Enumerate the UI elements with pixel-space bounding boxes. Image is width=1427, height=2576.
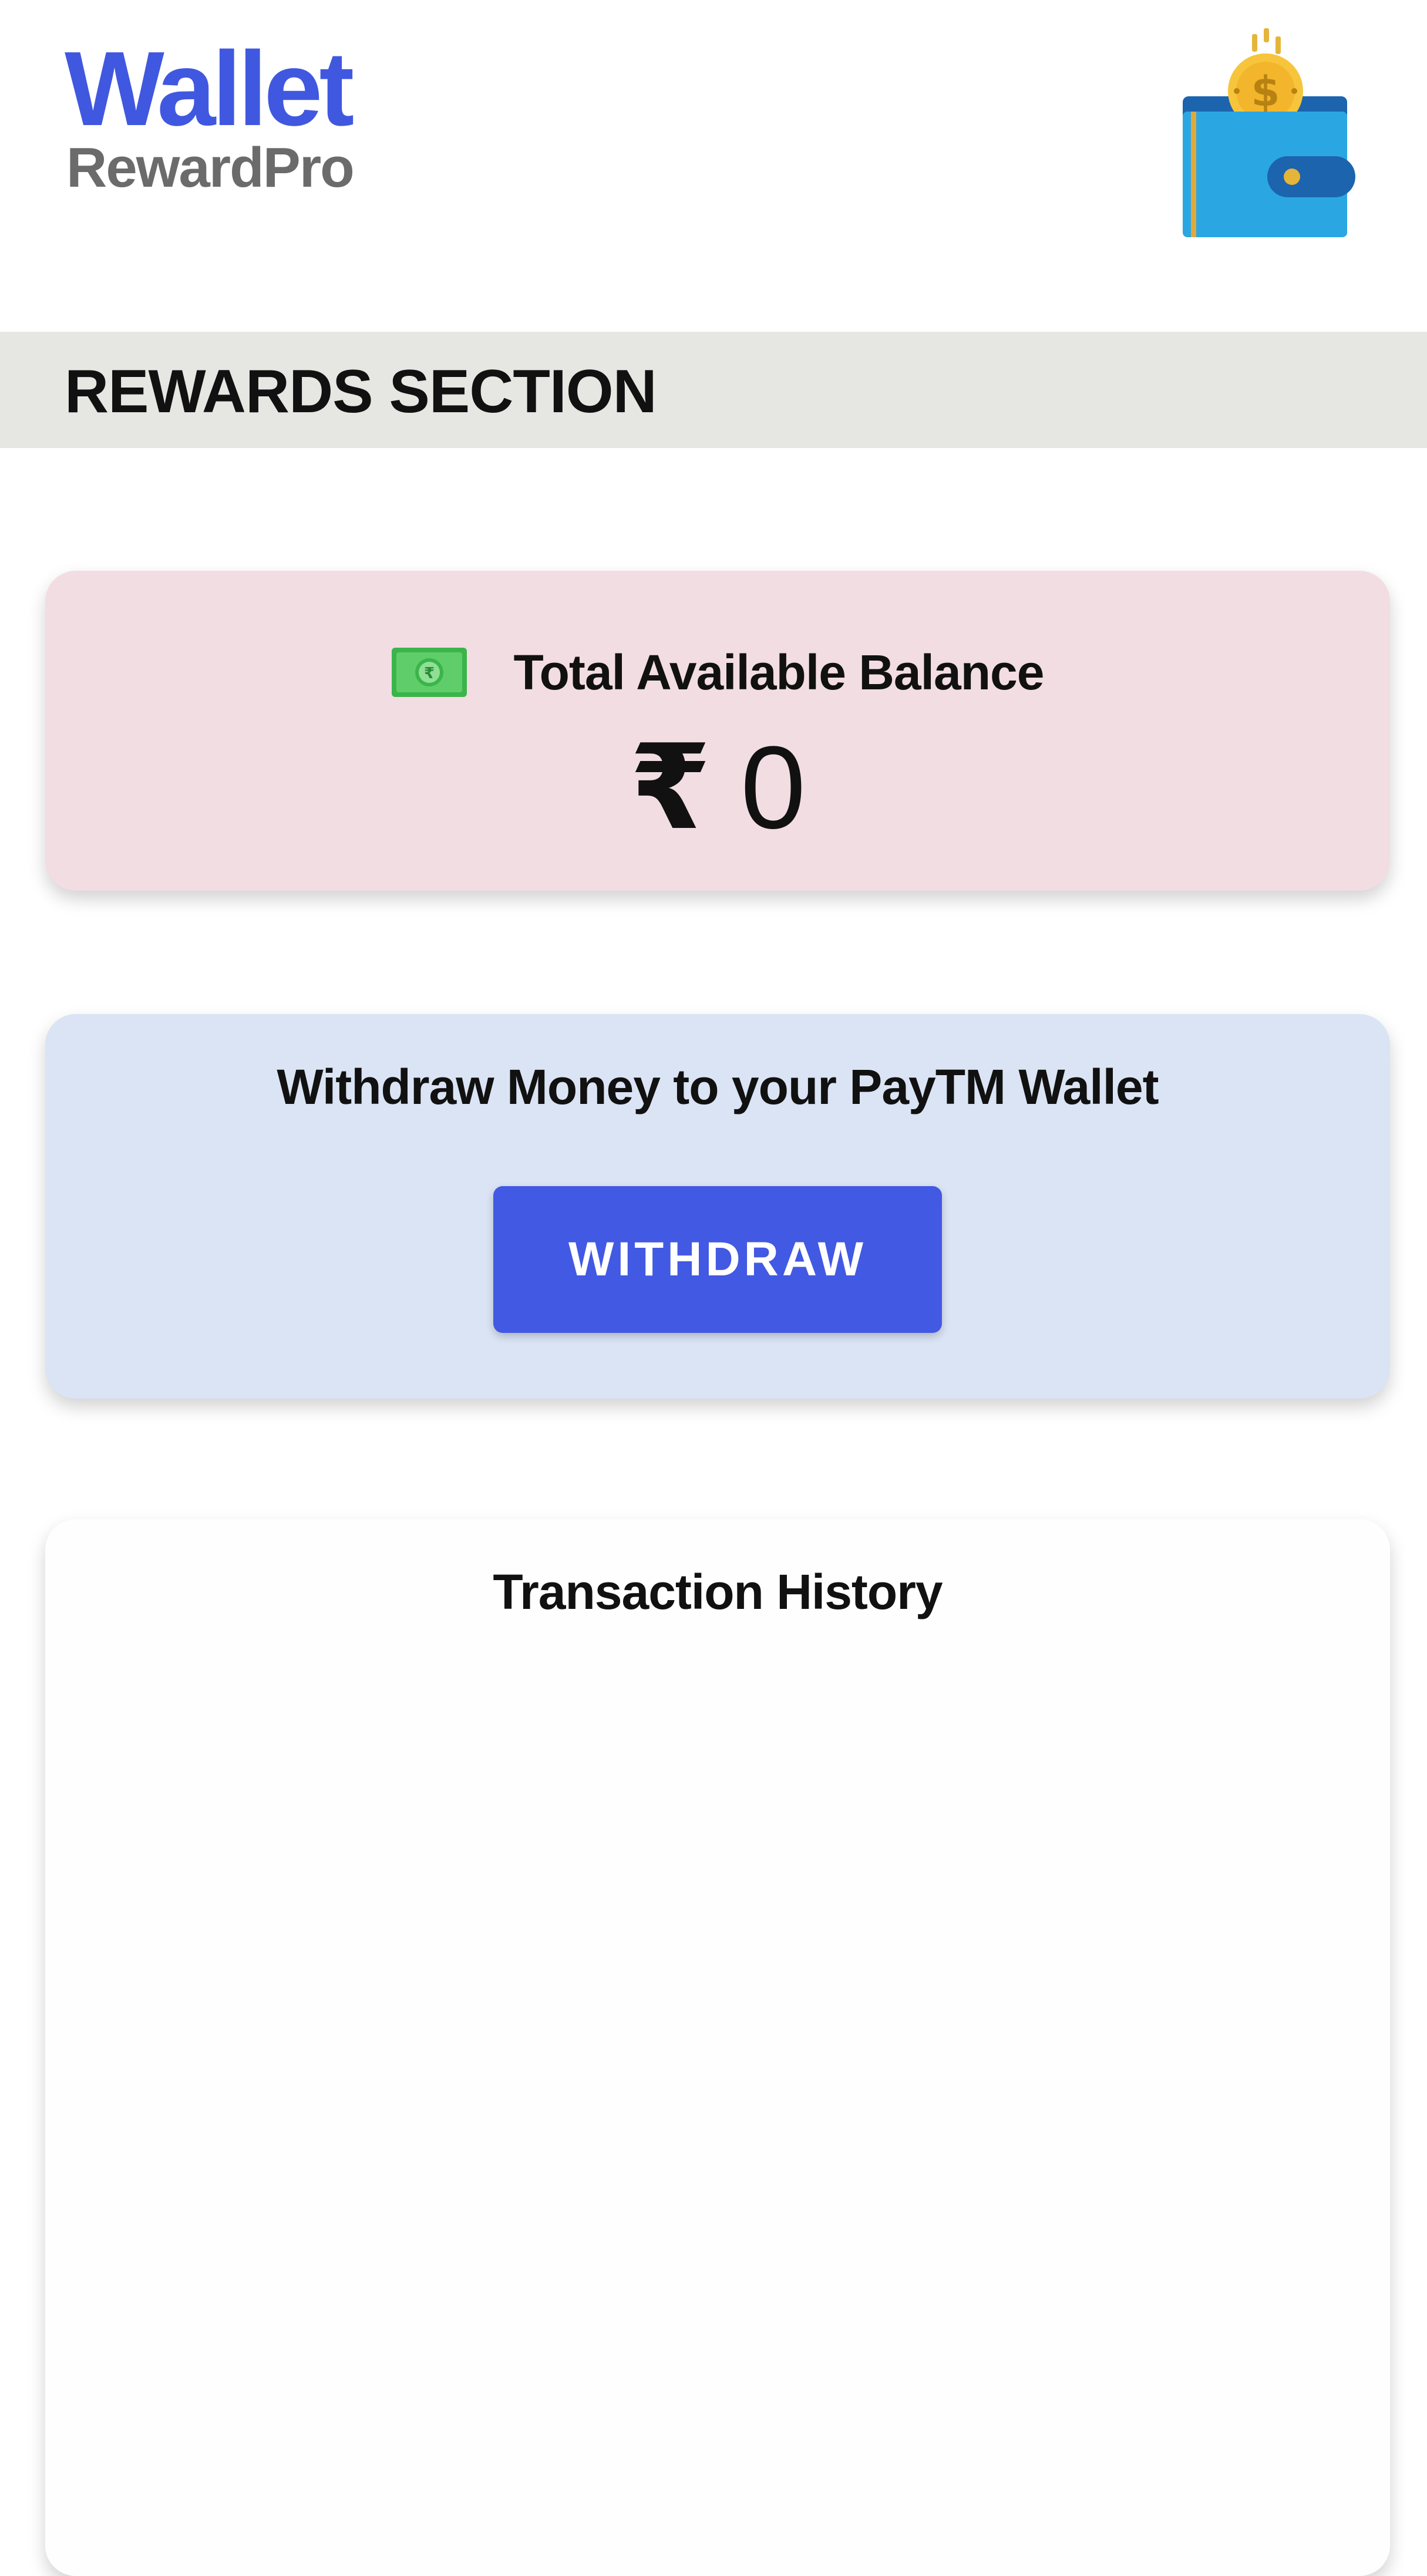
- balance-label: Total Available Balance: [513, 644, 1045, 700]
- withdraw-card: Withdraw Money to your PayTM Wallet WITH…: [45, 1014, 1390, 1399]
- withdraw-label: Withdraw Money to your PayTM Wallet: [277, 1059, 1159, 1114]
- wallet-coin-icon: $: [1183, 28, 1355, 237]
- app-header: Wallet RewardPro $: [0, 0, 1427, 332]
- brand-title: Wallet: [65, 30, 354, 148]
- transaction-history-title: Transaction History: [493, 1564, 943, 1619]
- section-title: REWARDS SECTION: [65, 358, 657, 426]
- brand-subtitle: RewardPro: [66, 136, 355, 199]
- balance-label-row: ₹ Total Available Balance: [45, 640, 1390, 705]
- balance-amount: ₹0: [45, 729, 1390, 847]
- transaction-history-card: Transaction History: [45, 1519, 1390, 2576]
- currency-symbol: ₹: [629, 722, 711, 853]
- balance-value: 0: [740, 722, 806, 853]
- section-header: REWARDS SECTION: [0, 332, 1427, 448]
- svg-text:₹: ₹: [424, 665, 435, 682]
- money-bill-icon: ₹: [391, 648, 467, 697]
- svg-text:$: $: [1251, 68, 1280, 116]
- transaction-list: [80, 1672, 1355, 2541]
- withdraw-button[interactable]: WITHDRAW: [493, 1186, 942, 1333]
- balance-card: ₹ Total Available Balance ₹0: [45, 571, 1390, 891]
